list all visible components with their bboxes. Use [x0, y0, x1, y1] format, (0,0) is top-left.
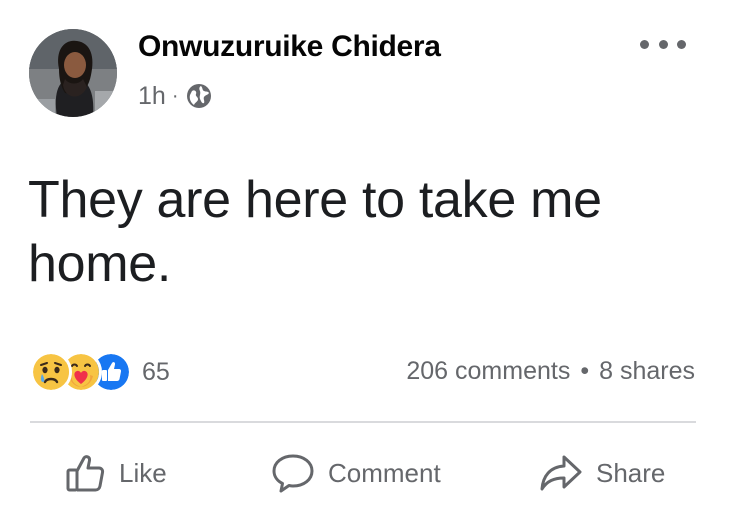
author-name[interactable]: Onwuzuruike Chidera [138, 30, 441, 64]
post-time[interactable]: 1h [138, 82, 166, 111]
share-button[interactable]: Share [538, 452, 665, 494]
meta-separator: · [171, 84, 179, 107]
globe-icon [187, 84, 212, 108]
post-card: Onwuzuruike Chidera 1h · They are here t… [0, 0, 739, 516]
avatar[interactable] [29, 29, 117, 117]
post-text: They are here to take me home. [28, 171, 602, 293]
share-label: Share [596, 457, 666, 488]
more-dot [640, 39, 649, 49]
comments-count[interactable]: 206 comments [406, 357, 570, 386]
more-options-button[interactable] [640, 34, 686, 54]
post-stats: 206 comments • 8 shares [406, 357, 695, 386]
reaction-count: 65 [142, 357, 170, 386]
shares-count[interactable]: 8 shares [599, 357, 695, 386]
more-dot [677, 39, 686, 49]
thumbs-up-icon [66, 455, 105, 492]
post-meta: 1h · [138, 80, 212, 112]
comment-icon [272, 454, 314, 493]
share-icon [540, 455, 582, 491]
divider [30, 421, 696, 423]
profile-photo [29, 29, 117, 117]
like-button[interactable]: Like [65, 452, 167, 494]
sad-icon [30, 351, 72, 393]
reactions-summary[interactable]: 65 [30, 351, 170, 393]
comment-button[interactable]: Comment [270, 452, 441, 494]
stats-separator: • [580, 357, 590, 385]
action-bar: Like Comment Share [30, 442, 696, 504]
more-dot [658, 39, 668, 49]
comment-label: Comment [328, 457, 441, 488]
like-label: Like [119, 457, 167, 488]
